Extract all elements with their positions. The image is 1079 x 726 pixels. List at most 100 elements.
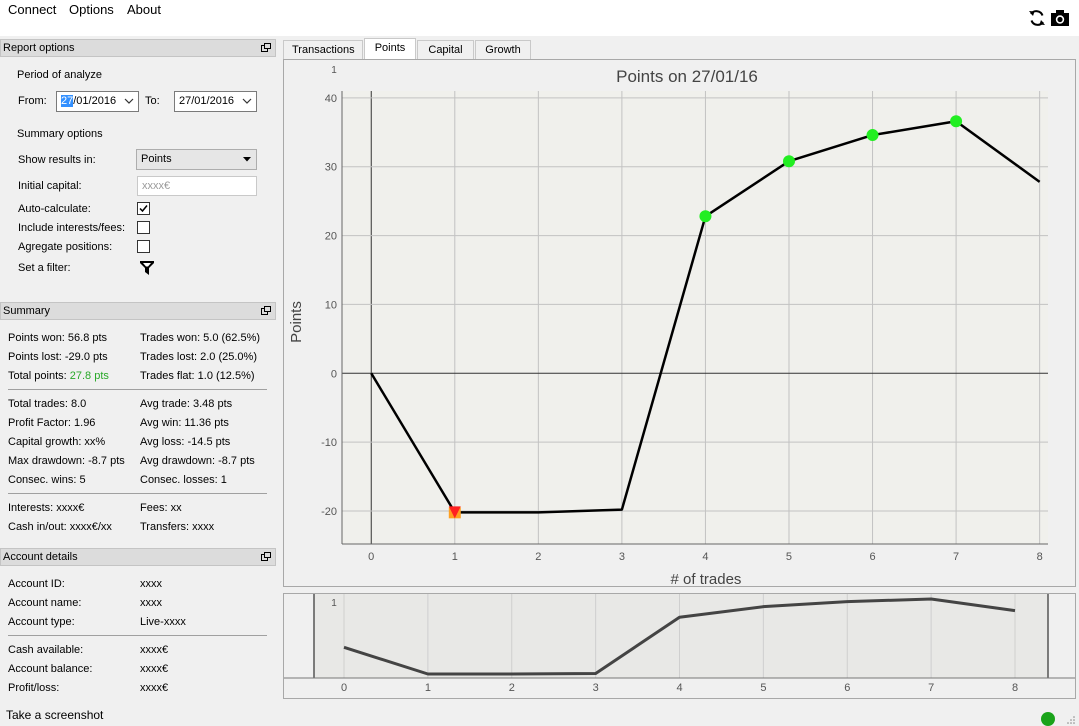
tab-points[interactable]: Points: [364, 38, 416, 60]
menu-about[interactable]: About: [125, 2, 163, 17]
menu-connect[interactable]: Connect: [6, 2, 58, 17]
fees: Fees: xx: [140, 502, 182, 514]
overview-tick-label: 3: [593, 682, 599, 694]
total-trades: Total trades: 8.0: [8, 398, 87, 410]
x-tick-label: 8: [1037, 551, 1043, 563]
y-tick-label: -20: [321, 506, 337, 518]
tab-transactions[interactable]: Transactions: [283, 40, 363, 59]
account-type-label: Account type:: [8, 616, 75, 628]
x-tick-label: 2: [535, 551, 541, 563]
right-panel: Transactions Points Capital Growth Point…: [280, 36, 1079, 708]
summary-header: Summary: [0, 302, 276, 320]
account-divider: [8, 635, 267, 636]
overview-tick-label: 1: [425, 682, 431, 694]
aggregate-label: Agregate positions:: [18, 241, 113, 253]
consec-wins: Consec. wins: 5: [8, 474, 86, 486]
summary-options-label: Summary options: [17, 128, 103, 140]
avg-drawdown: Avg drawdown: -8.7 pts: [140, 455, 255, 467]
plot-area: [342, 91, 1048, 544]
total-points: Total points: 27.8 pts: [8, 370, 109, 382]
points-won: Points won: 56.8 pts: [8, 332, 108, 344]
account-details-header: Account details: [0, 548, 276, 566]
y-tick-label: 30: [325, 162, 337, 174]
chevron-down-icon: [242, 98, 252, 104]
win-marker: [782, 155, 795, 168]
avg-win: Avg win: 11.36 pts: [140, 417, 229, 429]
chart-title: Points on 27/01/16: [616, 67, 758, 86]
to-label: To:: [145, 95, 160, 107]
filter-icon[interactable]: [139, 260, 155, 276]
status-text: Take a screenshot: [6, 708, 104, 722]
checkmark-icon: [139, 205, 148, 213]
account-details-title: Account details: [3, 551, 78, 563]
overview-tick-label: 2: [509, 682, 515, 694]
filter-label: Set a filter:: [18, 262, 71, 274]
camera-icon[interactable]: [1050, 8, 1070, 28]
points-lost: Points lost: -29.0 pts: [8, 351, 108, 363]
trades-won: Trades won: 5.0 (62.5%): [140, 332, 261, 344]
points-chart-panel: Points on 27/01/16 1 # of trades Points …: [283, 59, 1076, 588]
win-marker: [950, 115, 963, 128]
profit-factor: Profit Factor: 1.96: [8, 417, 96, 429]
trades-flat: Trades flat: 1.0 (12.5%): [140, 370, 255, 382]
overview-tick-label: 7: [928, 682, 934, 694]
avg-trade: Avg trade: 3.48 pts: [140, 398, 233, 410]
undock-icon[interactable]: [261, 43, 271, 52]
overview-tick-label: 8: [1012, 682, 1018, 694]
refresh-icon[interactable]: [1027, 8, 1047, 28]
auto-calc-label: Auto-calculate:: [18, 203, 91, 215]
aggregate-checkbox[interactable]: [137, 240, 150, 253]
overview-chart[interactable]: 1 0 1 2 3 4 5 6 7 8: [284, 594, 1075, 698]
cash-inout: Cash in/out: xxxx€/xx: [8, 521, 112, 533]
tab-capital[interactable]: Capital: [417, 40, 474, 59]
initial-capital-label: Initial capital:: [18, 180, 82, 192]
account-id-value: xxxx: [140, 578, 162, 590]
y-tick-label: 40: [325, 93, 337, 105]
include-fees-checkbox[interactable]: [137, 221, 150, 234]
capital-growth: Capital growth: xx%: [8, 436, 106, 448]
undock-icon[interactable]: [261, 306, 271, 315]
cash-available-label: Cash available:: [8, 644, 84, 656]
x-axis-label: # of trades: [671, 571, 742, 586]
x-tick-label: 1: [452, 551, 458, 563]
x-tick-label: 4: [702, 551, 708, 563]
y-tick-label: 0: [331, 368, 337, 380]
overview-area: [314, 594, 1048, 678]
y-axis-label: Points: [288, 301, 305, 343]
from-label: From:: [18, 95, 47, 107]
resize-grip-icon[interactable]: [1066, 715, 1076, 725]
overview-tick-label: 6: [844, 682, 850, 694]
from-date-rest: /01/2016: [73, 95, 117, 107]
overview-tick-label: 5: [760, 682, 766, 694]
period-label: Period of analyze: [17, 69, 102, 81]
show-results-select[interactable]: Points: [136, 149, 257, 170]
account-name-label: Account name:: [8, 597, 82, 609]
account-balance-label: Account balance:: [8, 663, 93, 675]
interests: Interests: xxxx€: [8, 502, 85, 514]
to-date-value: 27/01/2016: [179, 95, 235, 107]
transfers: Transfers: xxxx: [140, 521, 215, 533]
profit-loss-value: xxxx€: [140, 682, 169, 694]
overview-panel: 1 0 1 2 3 4 5 6 7 8: [283, 593, 1076, 699]
profit-loss-label: Profit/loss:: [8, 682, 60, 694]
account-balance-value: xxxx€: [140, 663, 169, 675]
account-type-value: Live-xxxx: [140, 616, 186, 628]
initial-capital-input[interactable]: xxxx€: [137, 176, 257, 196]
overview-tick-label: 4: [676, 682, 682, 694]
include-fees-label: Include interests/fees:: [18, 222, 126, 234]
menu-options[interactable]: Options: [67, 2, 116, 17]
x-tick-label: 5: [786, 551, 792, 563]
auto-calc-checkbox[interactable]: [137, 202, 150, 215]
x-tick-label: 6: [869, 551, 875, 563]
tab-growth[interactable]: Growth: [475, 40, 531, 59]
from-date-field[interactable]: 27/01/2016: [56, 91, 139, 112]
menu-bar: Connect Options About: [0, 0, 1079, 36]
x-tick-label: 0: [368, 551, 374, 563]
summary-title: Summary: [3, 305, 51, 317]
total-points-label: Total points:: [8, 370, 70, 382]
undock-icon[interactable]: [261, 552, 271, 561]
x-tick-label: 3: [619, 551, 625, 563]
caret-down-icon: [243, 157, 251, 162]
to-date-field[interactable]: 27/01/2016: [174, 91, 257, 112]
points-chart[interactable]: Points on 27/01/16 1 # of trades Points …: [284, 60, 1075, 588]
